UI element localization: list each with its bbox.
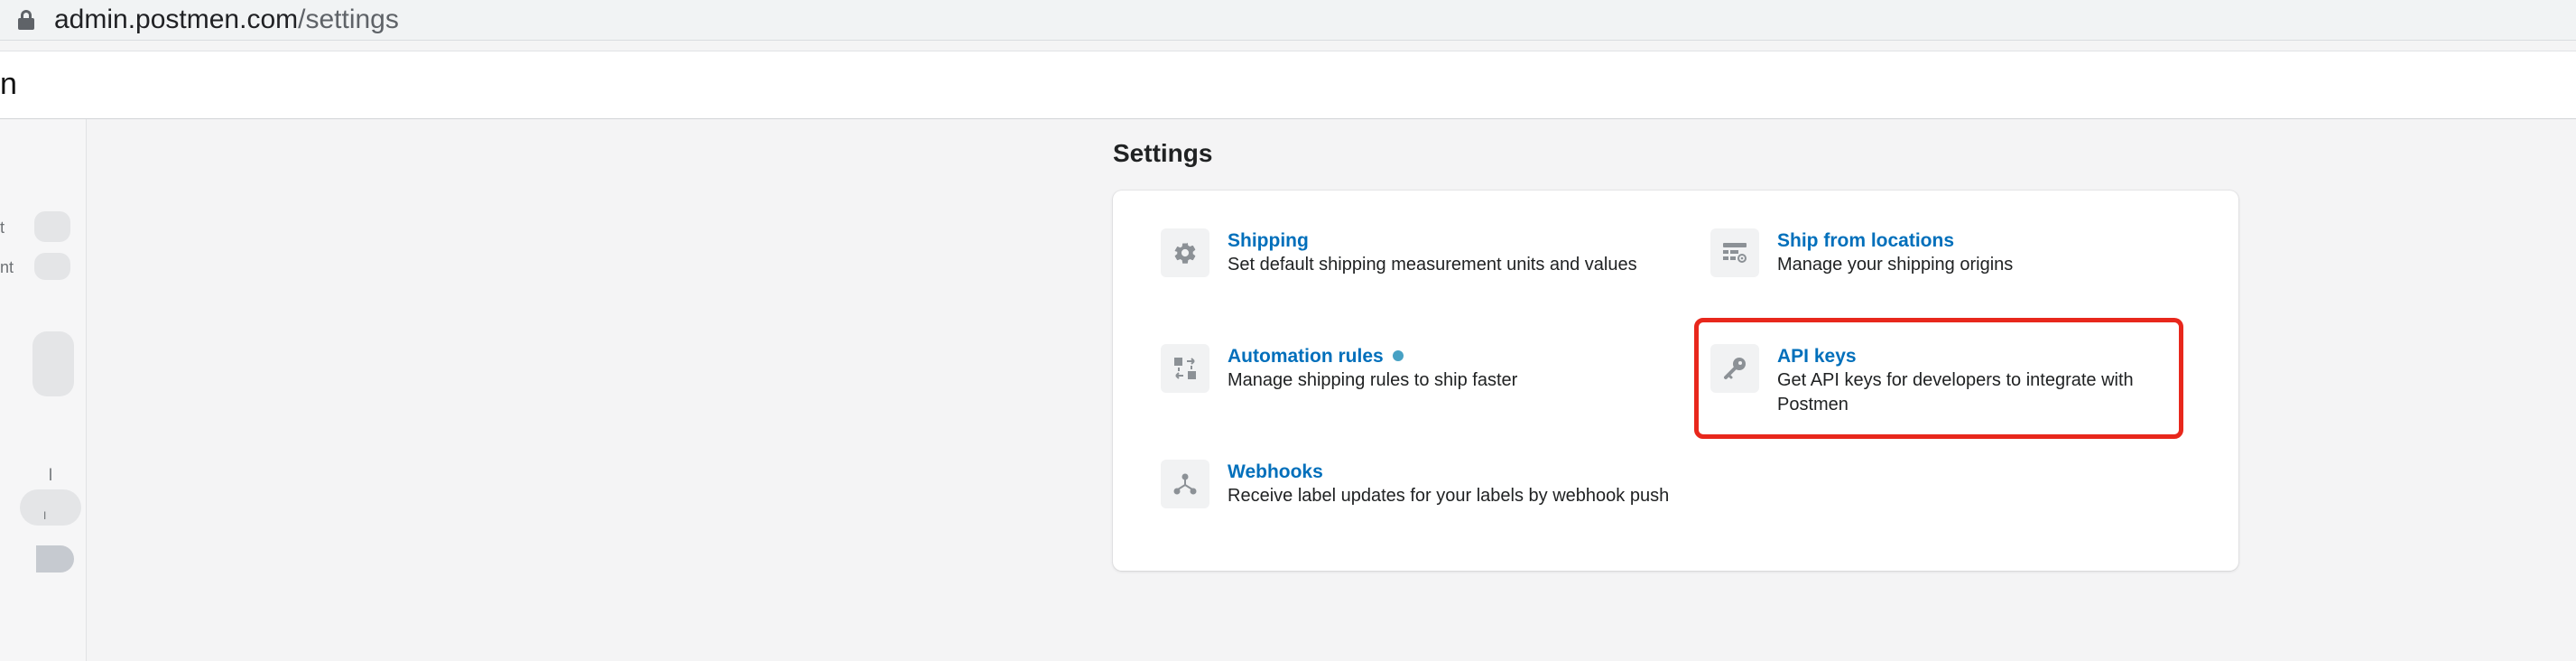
sidebar-icon-placeholder[interactable] bbox=[34, 211, 70, 242]
setting-title[interactable]: Automation rules bbox=[1228, 344, 1404, 369]
sidebar-icon-placeholder[interactable] bbox=[32, 331, 74, 396]
sidebar-label-fragment: I bbox=[43, 509, 47, 522]
highlight-box bbox=[1694, 318, 2183, 439]
setting-item-ship-from-locations[interactable]: Ship from locations Manage your shipping… bbox=[1710, 228, 2162, 283]
setting-item-shipping[interactable]: Shipping Set default shipping measuremen… bbox=[1161, 228, 1666, 283]
brand-name-fragment: n bbox=[0, 67, 17, 101]
sidebar-label-fragment: l bbox=[49, 466, 52, 484]
setting-title[interactable]: Shipping bbox=[1228, 228, 1309, 254]
sidebar-icon-placeholder[interactable] bbox=[34, 253, 70, 280]
app-header: n bbox=[0, 51, 2576, 119]
lock-icon bbox=[18, 10, 34, 30]
browser-address-bar[interactable]: admin.postmen.com/settings bbox=[0, 0, 2576, 41]
url-field[interactable]: admin.postmen.com/settings bbox=[54, 2, 399, 38]
page-title: Settings bbox=[1113, 139, 1213, 167]
sidebar-label-fragment: t bbox=[0, 219, 5, 237]
status-dot-icon bbox=[1392, 350, 1404, 361]
automation-icon bbox=[1161, 344, 1209, 393]
setting-description: Set default shipping measurement units a… bbox=[1228, 255, 1637, 275]
setting-description: Manage shipping rules to ship faster bbox=[1228, 370, 1518, 390]
webhook-icon bbox=[1161, 460, 1209, 508]
locations-icon bbox=[1710, 228, 1759, 277]
setting-description: Receive label updates for your labels by… bbox=[1228, 486, 1670, 506]
url-host: admin.postmen.com bbox=[54, 5, 299, 34]
setting-title[interactable]: Ship from locations bbox=[1777, 228, 1954, 254]
sidebar: t nt l I bbox=[0, 119, 87, 661]
setting-description: Manage your shipping origins bbox=[1777, 255, 2014, 275]
sidebar-icon-placeholder[interactable] bbox=[20, 489, 81, 526]
sidebar-icon-placeholder[interactable] bbox=[36, 545, 74, 573]
setting-item-automation-rules[interactable]: Automation rules Manage shipping rules t… bbox=[1161, 344, 1666, 398]
url-path: /settings bbox=[298, 5, 399, 34]
setting-title[interactable]: Webhooks bbox=[1228, 460, 1323, 485]
sidebar-label-fragment: nt bbox=[0, 258, 14, 276]
setting-title-text: Automation rules bbox=[1228, 346, 1384, 367]
setting-item-webhooks[interactable]: Webhooks Receive label updates for your … bbox=[1161, 460, 1669, 514]
gear-icon bbox=[1161, 228, 1209, 277]
